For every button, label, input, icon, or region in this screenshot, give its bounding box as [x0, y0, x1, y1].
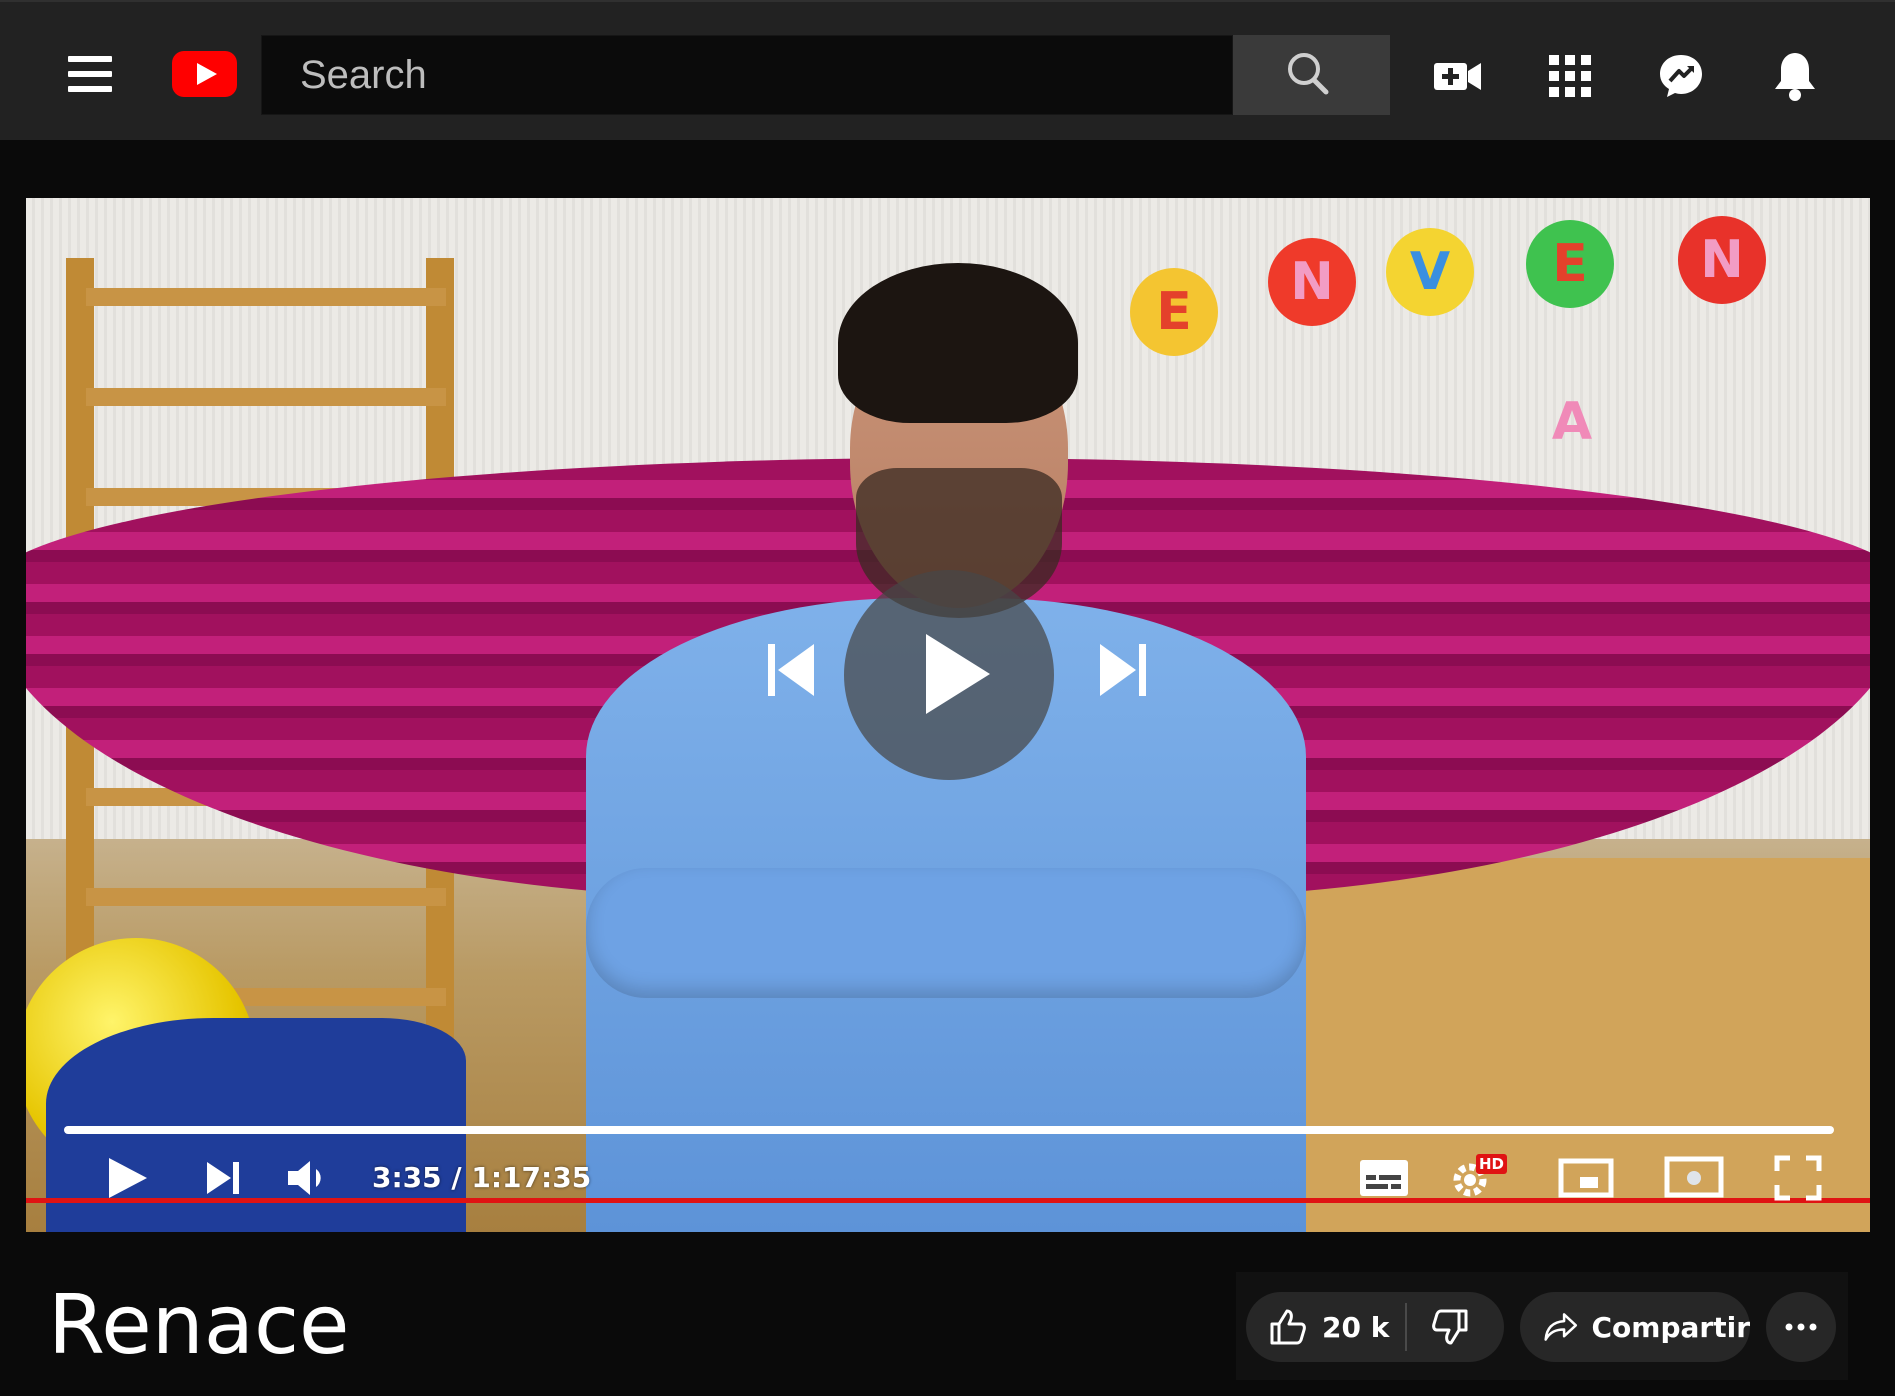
share-button[interactable]: Compartir	[1520, 1292, 1750, 1362]
previous-button[interactable]	[762, 642, 828, 698]
more-horizontal-icon	[1785, 1323, 1817, 1331]
share-label: Compartir	[1591, 1310, 1751, 1344]
balloon-letter: A	[1551, 392, 1593, 452]
bell-icon	[1775, 53, 1815, 101]
menu-icon[interactable]	[65, 54, 115, 94]
balloon: V	[1386, 228, 1474, 316]
youtube-logo[interactable]	[172, 51, 237, 97]
balloon: A	[1528, 378, 1616, 466]
next-button[interactable]	[1086, 642, 1152, 698]
search-box	[261, 35, 1233, 115]
volume-button[interactable]	[282, 1154, 338, 1202]
theater-mode-icon	[1664, 1156, 1724, 1198]
big-play-button[interactable]	[844, 570, 1054, 780]
video-title: Renace	[48, 1278, 350, 1373]
thumbs-up-icon	[1270, 1309, 1306, 1345]
time-display: 3:35 / 1:17:35	[372, 1161, 592, 1194]
fullscreen-icon	[1774, 1155, 1822, 1201]
like-button[interactable]: 20 k	[1246, 1292, 1406, 1362]
next-icon	[1100, 644, 1146, 696]
fullscreen-button[interactable]	[1770, 1154, 1826, 1202]
dislike-button[interactable]	[1406, 1292, 1470, 1362]
play-icon	[109, 1158, 147, 1198]
messages-button[interactable]	[1651, 46, 1711, 106]
previous-icon	[768, 644, 814, 696]
apps-button[interactable]	[1540, 46, 1600, 106]
balloon-letter: V	[1409, 242, 1451, 302]
like-count: 20 k	[1322, 1310, 1390, 1344]
subtitles-icon	[1360, 1160, 1408, 1196]
subtitles-button[interactable]	[1356, 1156, 1412, 1200]
like-dislike-group: 20 k	[1246, 1292, 1504, 1362]
skip-next-icon	[207, 1162, 239, 1194]
video-player[interactable]: E N V E N A 3:35 / 1:17:35 HD	[26, 198, 1870, 1232]
create-video-icon	[1434, 63, 1481, 90]
theater-mode-button[interactable]	[1662, 1154, 1726, 1200]
create-video-button[interactable]	[1428, 46, 1488, 106]
settings-button[interactable]: HD	[1448, 1150, 1512, 1202]
balloon-letter: N	[1700, 230, 1744, 290]
messenger-icon	[1660, 55, 1702, 97]
volume-icon	[288, 1161, 321, 1195]
miniplayer-icon	[1558, 1158, 1614, 1198]
share-icon	[1544, 1313, 1578, 1341]
notifications-button[interactable]	[1765, 46, 1825, 106]
apps-grid-icon	[1549, 55, 1591, 97]
balloon: E	[1526, 220, 1614, 308]
play-button[interactable]	[96, 1152, 156, 1204]
balloon: N	[1678, 216, 1766, 304]
more-actions-button[interactable]	[1766, 1292, 1836, 1362]
search-input[interactable]	[262, 36, 1232, 114]
next-video-button[interactable]	[198, 1154, 248, 1202]
progress-bar[interactable]	[64, 1126, 1834, 1134]
hd-badge: HD	[1476, 1154, 1508, 1174]
balloon-letter: E	[1552, 234, 1588, 294]
like-divider	[1405, 1303, 1407, 1351]
search-icon	[1288, 53, 1329, 95]
top-bar	[0, 0, 1895, 140]
thumbs-down-icon	[1432, 1309, 1468, 1345]
search-button[interactable]	[1233, 35, 1390, 115]
miniplayer-button[interactable]	[1556, 1156, 1616, 1200]
